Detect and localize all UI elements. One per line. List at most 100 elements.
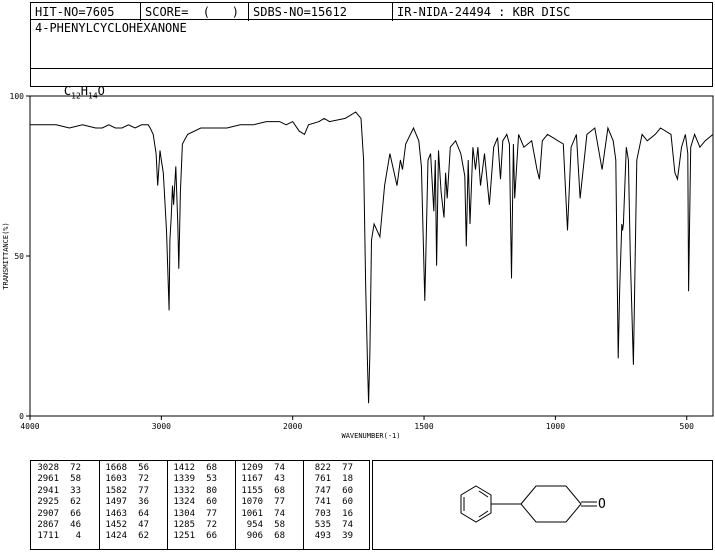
peak-wavenumber: 2925 [37,497,59,508]
peak-row: 954 58 [237,520,285,531]
peak-wavenumber: 1711 [37,531,59,542]
peak-wavenumber: 1497 [105,497,127,508]
peak-transmittance: 72 [206,520,217,531]
peak-wavenumber: 1070 [241,497,263,508]
peak-table: 3028 72 2961 58 2941 33 2925 62 2907 66 2867 46 1711… [30,460,370,550]
peak-transmittance: 72 [70,463,81,473]
peak-transmittance: 68 [206,463,217,473]
peak-wavenumber: 761 [314,474,331,485]
peak-row: 1424 62 [101,531,149,542]
peak-wavenumber: 1251 [173,531,195,542]
peak-transmittance: 43 [274,474,285,485]
x-tick-label: 3000 [152,422,171,431]
peak-wavenumber: 2907 [37,508,59,519]
peak-transmittance: 62 [70,497,81,508]
peak-transmittance: 72 [138,474,149,485]
peak-row: 1603 72 [101,474,149,485]
peak-row: 1209 74 [237,463,285,474]
peak-transmittance: 66 [70,508,81,519]
peak-row: 906 68 [237,531,285,542]
peak-wavenumber: 1285 [173,520,195,531]
peak-transmittance: 77 [138,485,149,496]
peak-transmittance: 56 [138,463,149,473]
peak-row: 761 18 [305,474,353,485]
peak-wavenumber: 2867 [37,520,59,531]
peak-column: 3028 72 2961 58 2941 33 2925 62 2907 66 2867 46 1711… [33,463,81,543]
peak-transmittance: 68 [274,485,285,496]
peak-row: 1463 64 [101,509,149,520]
oxygen-label: O [598,497,606,512]
peak-wavenumber: 1452 [105,520,127,531]
cyclohexanone-ring [520,485,582,523]
peak-wavenumber: 1412 [173,463,195,473]
peak-wavenumber: 2941 [37,485,59,496]
peak-row: 1167 43 [237,474,285,485]
x-tick-label: 4000 [20,422,39,431]
peak-transmittance: 36 [138,497,149,508]
peak-wavenumber: 1603 [105,474,127,485]
peak-wavenumber: 1167 [241,474,263,485]
peak-column-divider [167,461,168,549]
peak-transmittance: 47 [138,520,149,531]
peak-row: 1304 77 [169,509,217,520]
peak-row: 747 60 [305,486,353,497]
spectrum-line [30,111,714,404]
peak-row: 535 74 [305,520,353,531]
peak-row: 822 77 [305,463,353,474]
peak-wavenumber: 1668 [105,463,127,473]
peak-transmittance: 66 [206,531,217,542]
peak-column: 1209 74 1167 43 1155 68 1070 77 1061 74 954 58 906 68 [237,463,285,543]
peak-column: 1668 56 1603 72 1582 77 1497 36 1463 64 1452 47 1424… [101,463,149,543]
peak-transmittance: 74 [342,520,353,531]
peak-row: 1324 60 [169,497,217,508]
peak-row: 2925 62 [33,497,81,508]
peak-column: 1412 68 1339 53 1332 80 1324 60 1304 77 1285 72 1251… [169,463,217,543]
peak-column: 822 77 761 18 747 60 741 60 703 16 535 74 493 39 [305,463,353,543]
peak-wavenumber: 1463 [105,508,127,519]
x-tick-label: 1000 [546,422,565,431]
peak-transmittance: 53 [206,474,217,485]
peak-wavenumber: 741 [314,497,331,508]
peak-row: 1668 56 [101,463,149,474]
peak-row: 1251 66 [169,531,217,542]
peak-row: 1155 68 [237,486,285,497]
peak-transmittance: 58 [70,474,81,485]
peak-wavenumber: 906 [246,531,263,542]
compound-name: 4-PHENYLCYCLOHEXANONE [35,21,187,35]
peak-wavenumber: 1324 [173,497,195,508]
peak-row: 1582 77 [101,486,149,497]
x-tick-label: 500 [680,422,695,431]
peak-row: 2961 58 [33,474,81,485]
peak-wavenumber: 1061 [241,508,263,519]
peak-transmittance: 62 [138,531,149,542]
peak-row: 2941 33 [33,486,81,497]
peak-transmittance: 80 [206,485,217,496]
peak-row: 1061 74 [237,509,285,520]
peak-transmittance: 4 [75,531,81,542]
peak-wavenumber: 1209 [241,463,263,473]
peak-wavenumber: 1155 [241,485,263,496]
peak-row: 1452 47 [101,520,149,531]
peak-row: 1332 80 [169,486,217,497]
peak-row: 741 60 [305,497,353,508]
formula-box: C12H14O [30,68,713,100]
peak-row: 1070 77 [237,497,285,508]
structure-box: O [372,460,713,550]
peak-row: 1497 36 [101,497,149,508]
peak-transmittance: 74 [274,463,285,473]
x-tick-label: 2000 [283,422,302,431]
peak-column-divider [303,461,304,549]
peak-wavenumber: 2961 [37,474,59,485]
compound-box: 4-PHENYLCYCLOHEXANONE [30,19,713,69]
peak-wavenumber: 703 [314,508,331,519]
peak-wavenumber: 954 [246,520,263,531]
peak-transmittance: 64 [138,508,149,519]
peak-row: 1711 4 [33,531,81,542]
peak-transmittance: 77 [206,508,217,519]
peak-wavenumber: 1304 [173,508,195,519]
y-axis-label: TRANSMITTANCE(%) [2,222,10,289]
molecule-structure: O [460,485,606,523]
peak-row: 3028 72 [33,463,81,474]
peak-wavenumber: 535 [314,520,331,531]
y-tick-label: 0 [19,412,24,421]
